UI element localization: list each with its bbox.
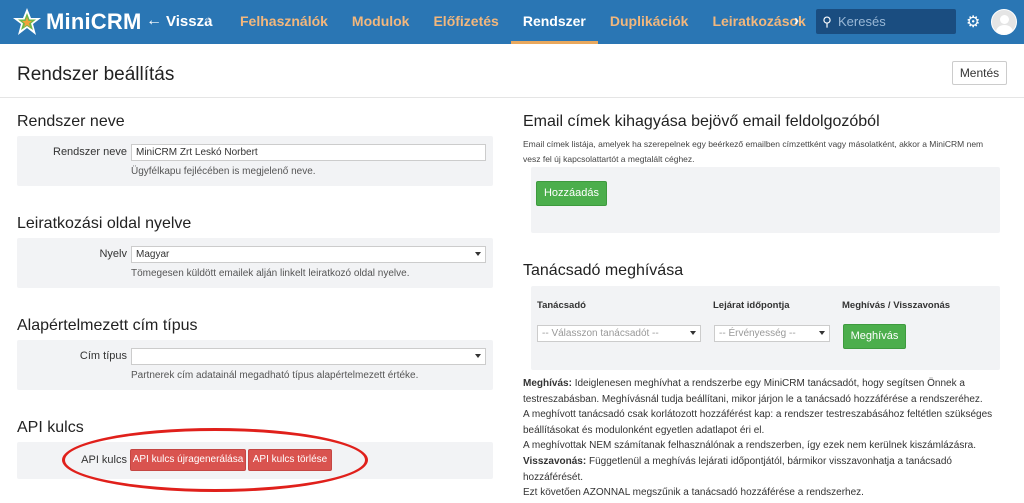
- caret-down-icon: [475, 354, 481, 358]
- unsubscribe-lang-title: Leiratkozási oldal nyelve: [17, 215, 192, 232]
- language-select-value: Magyar: [136, 249, 170, 260]
- nav-item-felhasznalok[interactable]: Felhasználók: [228, 0, 340, 44]
- nav-item-duplikaciok[interactable]: Duplikációk: [598, 0, 701, 44]
- avatar-head: [1000, 15, 1009, 24]
- system-name-title: Rendszer neve: [17, 113, 125, 130]
- email-skip-panel: Hozzáadás: [531, 167, 1000, 233]
- email-skip-description: Email címek listája, amelyek ha szerepel…: [523, 139, 984, 164]
- nav-item-elofizetes[interactable]: Előfizetés: [421, 0, 510, 44]
- main-menu: Felhasználók Modulok Előfizetés Rendszer…: [228, 0, 875, 44]
- add-email-button[interactable]: Hozzáadás: [536, 181, 607, 206]
- unsubscribe-lang-panel: Nyelv Magyar Tömegesen küldött emailek a…: [17, 238, 493, 288]
- expiry-select-value: -- Érvényesség --: [719, 328, 796, 339]
- advisor-select[interactable]: -- Válasszon tanácsadót --: [537, 325, 701, 342]
- immediate-info: Ezt követően AZONNAL megszűnik a tanácsa…: [523, 487, 864, 499]
- logo-text: MiniCRM: [46, 9, 142, 34]
- search-icon: ⚲: [822, 13, 832, 29]
- page-title: Rendszer beállítás: [17, 64, 175, 85]
- caret-down-icon: [475, 252, 481, 256]
- api-key-title: API kulcs: [17, 419, 84, 436]
- address-type-label: Cím típus: [79, 350, 127, 362]
- system-name-panel: Rendszer neve MiniCRM Zrt Leskó Norbert …: [17, 136, 493, 186]
- gear-icon[interactable]: ⚙: [966, 12, 980, 32]
- email-skip-title: Email címek kihagyása bejövő email feldo…: [523, 113, 880, 130]
- expiry-select[interactable]: -- Érvényesség --: [714, 325, 830, 342]
- advisor-info-text: Meghívás: Ideiglenesen meghívhat a rends…: [523, 376, 1003, 501]
- logo[interactable]: MiniCRM: [12, 6, 142, 38]
- advisor-panel: Tanácsadó Lejárat időpontja Meghívás / V…: [531, 286, 1000, 370]
- invite-column-header: Meghívás / Visszavonás: [842, 300, 951, 311]
- save-button[interactable]: Mentés: [952, 61, 1007, 85]
- invite-heading: Meghívás:: [523, 378, 572, 389]
- default-address-panel: Cím típus Partnerek cím adatainál megadh…: [17, 340, 493, 390]
- highlight-circle: [62, 428, 368, 492]
- revoke-heading: Visszavonás:: [523, 455, 587, 467]
- system-name-help: Ügyfélkapu fejlécében is megjelenő neve.: [131, 166, 316, 177]
- caret-down-icon: [690, 331, 696, 335]
- invite-info: Meghívás: Ideiglenesen meghívhat a rends…: [523, 376, 1003, 407]
- invite-text: Ideiglenesen meghívhat a rendszerbe egy …: [523, 378, 983, 405]
- invite-button[interactable]: Meghívás: [843, 324, 906, 349]
- header-divider: [0, 97, 1024, 98]
- avatar-body: [996, 25, 1013, 34]
- system-name-input[interactable]: MiniCRM Zrt Leskó Norbert: [131, 144, 486, 161]
- nav-item-modulok[interactable]: Modulok: [340, 0, 422, 44]
- nav-item-rendszer[interactable]: Rendszer: [510, 0, 598, 44]
- access-info: A meghívott tanácsadó csak korlátozott h…: [523, 409, 993, 436]
- address-type-select[interactable]: [131, 348, 486, 365]
- caret-down-icon: [819, 331, 825, 335]
- advisor-column-header: Tanácsadó: [537, 300, 586, 311]
- minicrm-logo-icon: [13, 8, 41, 35]
- language-select[interactable]: Magyar: [131, 246, 486, 263]
- language-label: Nyelv: [99, 248, 127, 260]
- chevron-left-icon[interactable]: ‹: [205, 11, 210, 29]
- language-help: Tömegesen küldött emailek alján linkelt …: [131, 268, 410, 279]
- search-input[interactable]: [838, 14, 948, 29]
- revoke-info: Visszavonás: Függetlenül a meghívás lejá…: [523, 454, 1003, 485]
- system-name-label: Rendszer neve: [53, 146, 127, 158]
- advisor-select-value: -- Válasszon tanácsadót --: [542, 328, 659, 339]
- revoke-text: Függetlenül a meghívás lejárati időpontj…: [523, 455, 952, 483]
- advisor-title: Tanácsadó meghívása: [523, 262, 684, 279]
- back-button[interactable]: ← Vissza: [146, 12, 212, 30]
- chevron-right-icon[interactable]: ›: [794, 12, 799, 29]
- search-box[interactable]: ⚲: [816, 9, 956, 34]
- top-navbar: MiniCRM ← Vissza ‹ Felhasználók Modulok …: [0, 0, 1024, 44]
- arrow-left-icon: ←: [146, 12, 162, 29]
- expiry-column-header: Lejárat időpontja: [713, 300, 790, 311]
- avatar[interactable]: [991, 9, 1017, 35]
- address-type-help: Partnerek cím adatainál megadható típus …: [131, 370, 419, 381]
- billing-info: A meghívottak NEM számítanak felhasználó…: [523, 440, 976, 452]
- nav-item-leiratkozasok[interactable]: Leiratkozások: [700, 0, 817, 44]
- default-address-title: Alapértelmezett cím típus: [17, 317, 198, 334]
